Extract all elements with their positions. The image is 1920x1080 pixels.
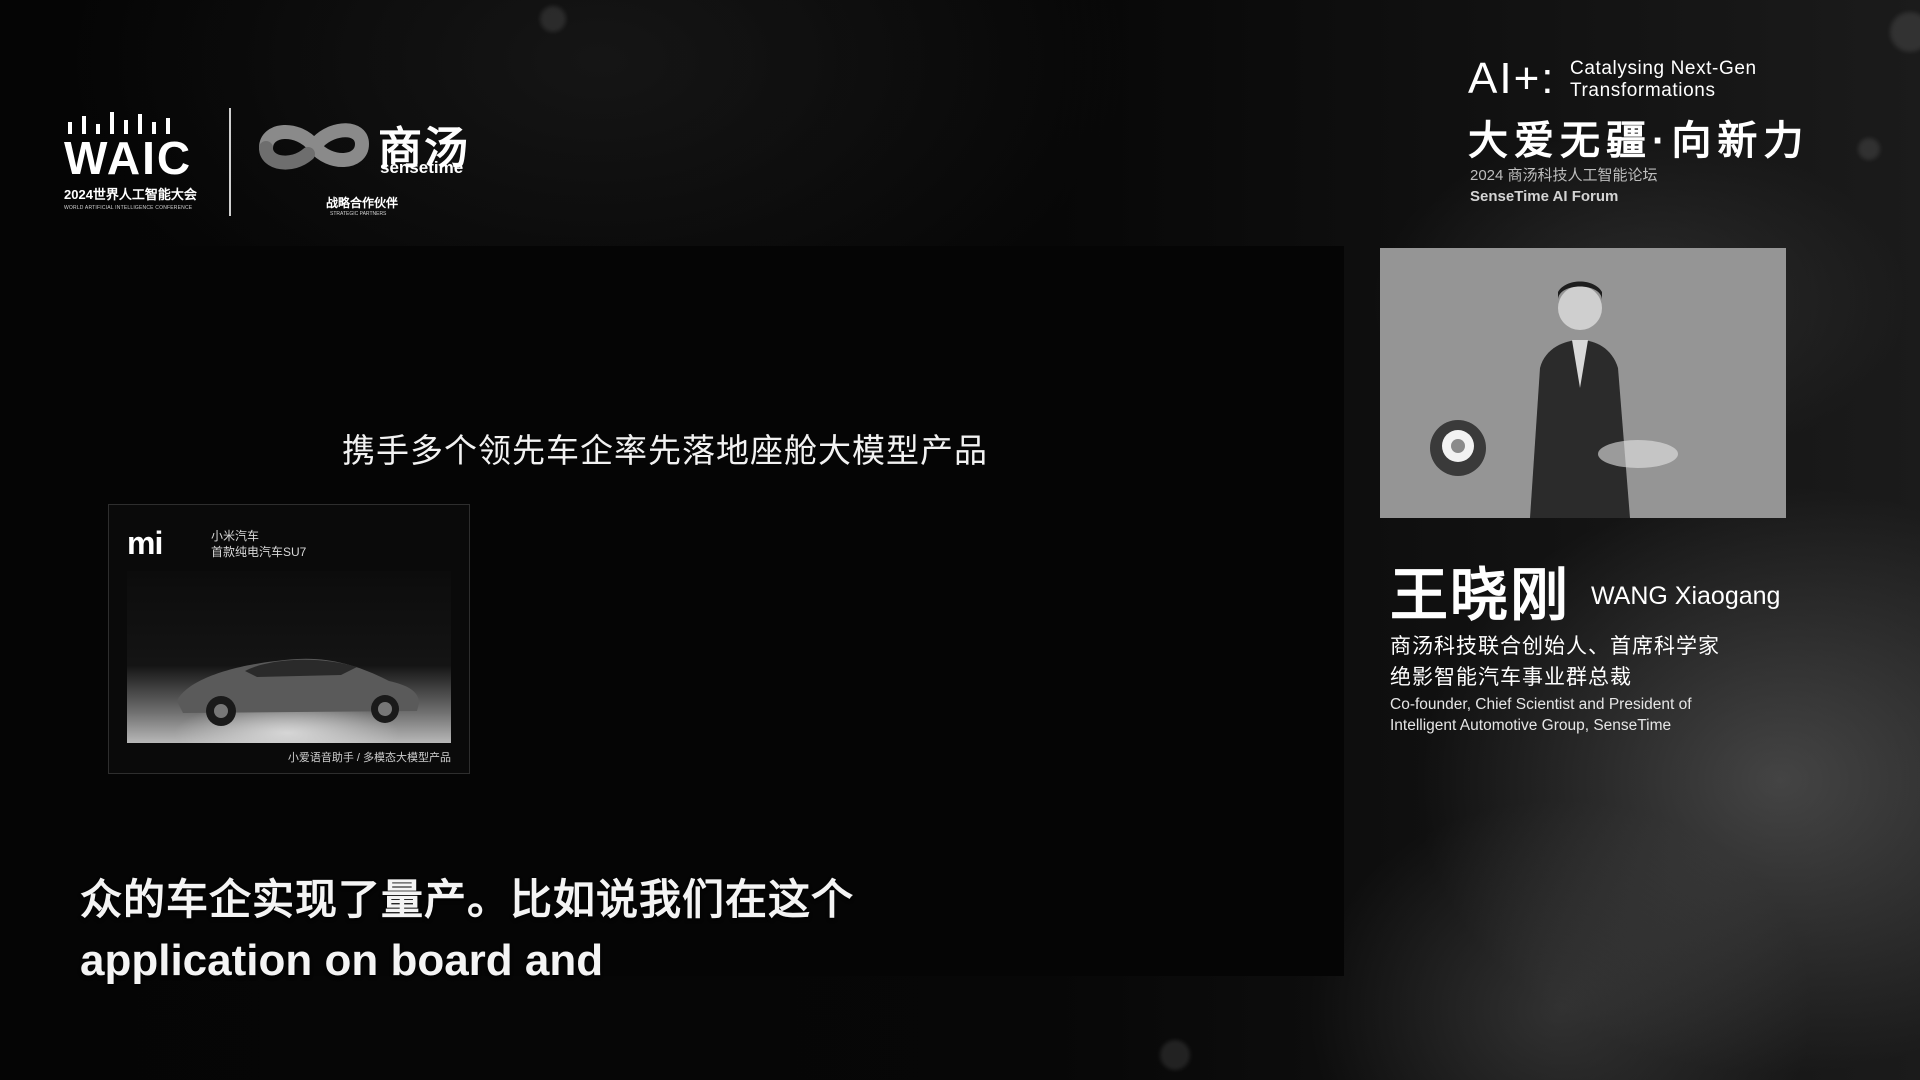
forum-name-cn: 2024 商汤科技人工智能论坛 bbox=[1470, 167, 1658, 184]
logo-divider bbox=[229, 108, 231, 216]
forum-name-en: SenseTime AI Forum bbox=[1470, 188, 1619, 205]
sensetime-name-en: sensetime bbox=[380, 158, 464, 177]
waic-logo: WAIC 2024世界人工智能大会 WORLD ARTIFICIAL INTEL… bbox=[64, 108, 204, 211]
subtitle-cn: 众的车企实现了量产。比如说我们在这个 bbox=[80, 876, 855, 923]
speaker-figure-icon bbox=[1380, 248, 1786, 518]
forum-tagline: Catalysing Next-Gen Transformations bbox=[1570, 58, 1757, 102]
speaker-photo bbox=[1380, 248, 1786, 518]
speaker-title-en-1: Co-founder, Chief Scientist and Presiden… bbox=[1390, 696, 1692, 713]
waic-signal-bars bbox=[68, 108, 204, 134]
subtitle-en: application on board and bbox=[80, 936, 604, 985]
waic-subtitle-en: WORLD ARTIFICIAL INTELLIGENCE CONFERENCE bbox=[64, 205, 193, 211]
car-silhouette-icon bbox=[177, 658, 419, 726]
ai-plus-mark: AI+: bbox=[1468, 54, 1556, 103]
speaker-title-cn-2: 绝影智能汽车事业群总裁 bbox=[1390, 666, 1632, 689]
card-caption: 小爱语音助手 / 多模态大模型产品 bbox=[287, 752, 451, 764]
speaker-title-cn-1: 商汤科技联合创始人、首席科学家 bbox=[1390, 635, 1720, 658]
card-line-2: 首款纯电汽车SU7 bbox=[211, 545, 307, 559]
slide-title: 携手多个领先车企率先落地座舱大模型产品 bbox=[342, 432, 988, 469]
speaker-name-cn: 王晓刚 bbox=[1390, 563, 1571, 628]
speaker-title-en-2: Intelligent Automotive Group, SenseTime bbox=[1390, 717, 1672, 734]
card-line-1: 小米汽车 bbox=[211, 529, 260, 543]
strategic-partner-label: 战略合作伙伴 bbox=[326, 196, 399, 210]
bokeh-light bbox=[540, 6, 566, 32]
sensetime-infinity-icon bbox=[259, 123, 370, 170]
tagline-line-1: Catalysing Next-Gen bbox=[1570, 58, 1757, 79]
bokeh-light bbox=[1160, 1040, 1190, 1070]
tagline-line-2: Transformations bbox=[1570, 80, 1716, 101]
speaker-name-en: WANG Xiaogang bbox=[1591, 582, 1781, 610]
forum-headline: 大爱无疆·向新力 bbox=[1468, 119, 1810, 163]
xiaomi-logo-icon: mi bbox=[127, 525, 163, 561]
car-photo bbox=[127, 571, 451, 743]
partner-card-xiaomi: mi 小米汽车 首款纯电汽车SU7 小爱语音助手 / 多模态大模型产品 bbox=[108, 504, 470, 774]
bokeh-light bbox=[1858, 138, 1880, 160]
waic-wordmark: WAIC bbox=[64, 132, 193, 184]
strategic-partner-label-en: STRATEGIC PARTNERS bbox=[330, 211, 387, 217]
waic-subtitle: 2024世界人工智能大会 bbox=[64, 187, 197, 202]
